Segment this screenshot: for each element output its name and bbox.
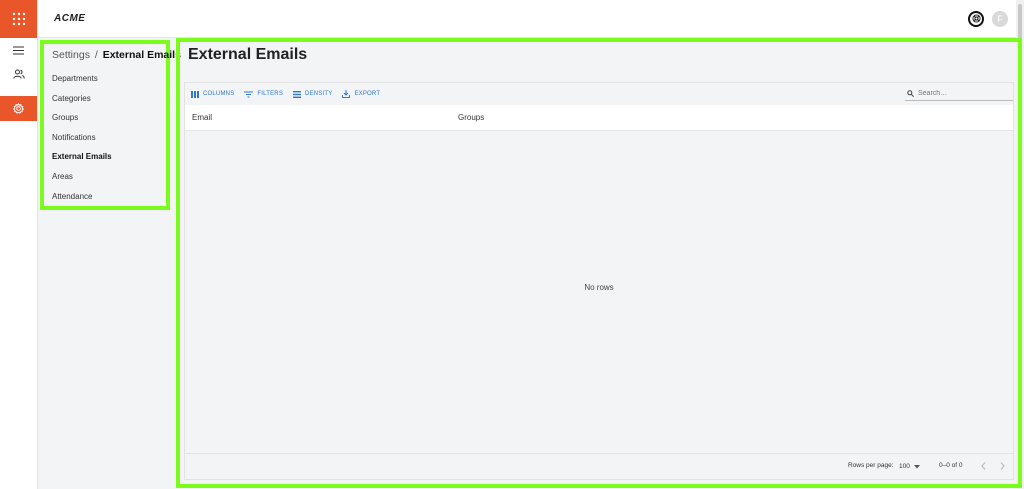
top-bar: ACME F <box>38 0 1016 38</box>
previous-page-button[interactable] <box>977 460 989 472</box>
menu-button[interactable] <box>0 38 37 62</box>
export-label: EXPORT <box>354 91 381 97</box>
help-icon <box>971 14 981 23</box>
nav-item-categories[interactable]: Categories <box>52 89 158 109</box>
gear-icon <box>13 103 24 114</box>
density-icon <box>293 90 302 98</box>
filters-button[interactable]: FILTERS <box>244 91 283 98</box>
icon-rail <box>0 0 38 489</box>
filter-icon <box>244 91 254 97</box>
menu-icon <box>13 46 24 54</box>
rows-per-page-label: Rows per page: <box>848 462 894 469</box>
data-grid: COLUMNS FILTERS DENSITY EXPORT Email Gro… <box>184 82 1014 480</box>
avatar[interactable]: F <box>992 10 1008 27</box>
breadcrumb-root[interactable]: Settings <box>52 49 90 61</box>
nav-item-groups[interactable]: Groups <box>52 108 158 128</box>
export-button[interactable]: EXPORT <box>342 90 380 98</box>
help-button[interactable] <box>968 10 984 27</box>
rows-per-page-select[interactable]: 100 <box>899 463 920 470</box>
app-logo[interactable]: ACME <box>54 13 85 24</box>
empty-state: No rows <box>584 283 614 292</box>
export-icon <box>342 90 351 98</box>
apps-button[interactable] <box>0 0 37 38</box>
settings-nav-box: Settings / External Emails Departments C… <box>40 40 181 210</box>
column-header-email[interactable]: Email <box>192 113 212 122</box>
density-label: DENSITY <box>305 91 333 97</box>
columns-label: COLUMNS <box>203 91 235 97</box>
columns-icon <box>191 90 199 98</box>
search-icon <box>907 90 914 97</box>
settings-button[interactable] <box>0 96 37 121</box>
breadcrumb: Settings / External Emails <box>52 49 181 61</box>
grid-header-row: Email Groups <box>185 105 1013 131</box>
apps-grid-icon <box>12 12 25 26</box>
main-content: External Emails COLUMNS FILTERS DENSITY … <box>176 38 1022 488</box>
page-title: External Emails <box>188 46 308 63</box>
rows-per-page-value: 100 <box>899 463 910 470</box>
search-input[interactable] <box>918 90 1008 97</box>
grid-toolbar: COLUMNS FILTERS DENSITY EXPORT <box>185 83 1013 105</box>
column-header-groups[interactable]: Groups <box>458 113 484 122</box>
density-button[interactable]: DENSITY <box>293 90 333 98</box>
next-page-button[interactable] <box>996 460 1008 472</box>
settings-sidepanel: Settings / External Emails Departments C… <box>38 38 181 489</box>
breadcrumb-separator: / <box>94 49 98 61</box>
nav-item-notifications[interactable]: Notifications <box>52 128 158 148</box>
filters-label: FILTERS <box>257 91 284 97</box>
search-box[interactable] <box>905 87 1013 101</box>
nav-item-areas[interactable]: Areas <box>52 167 158 187</box>
users-icon <box>12 69 25 79</box>
chevron-right-icon <box>1000 462 1005 470</box>
users-button[interactable] <box>0 62 37 86</box>
nav-item-external-emails[interactable]: External Emails <box>52 147 158 167</box>
caret-down-icon <box>913 464 920 468</box>
columns-button[interactable]: COLUMNS <box>191 90 235 98</box>
nav-item-attendance[interactable]: Attendance <box>52 187 158 207</box>
breadcrumb-current: External Emails <box>102 49 181 61</box>
chevron-left-icon <box>980 462 985 470</box>
grid-footer: Rows per page: 100 0–0 of 0 <box>185 453 1013 479</box>
nav-item-departments[interactable]: Departments <box>52 69 158 89</box>
pagination-range: 0–0 of 0 <box>939 462 963 469</box>
